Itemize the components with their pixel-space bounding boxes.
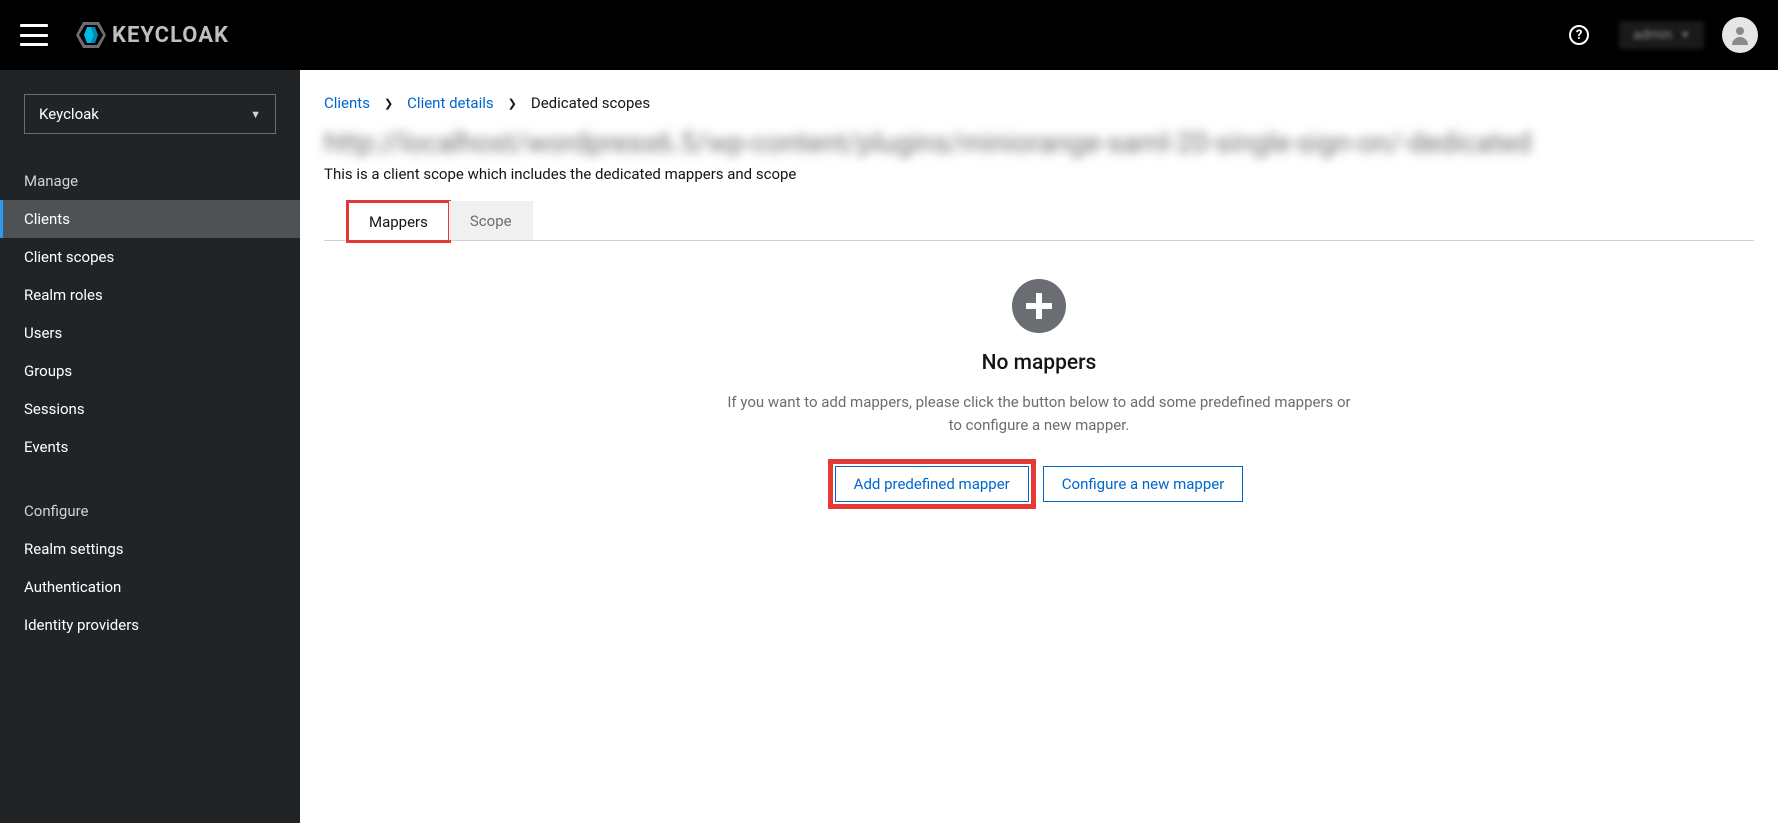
sidebar-item-clients[interactable]: Clients [0, 200, 300, 238]
keycloak-logo-icon [76, 22, 106, 48]
avatar[interactable] [1722, 17, 1758, 53]
empty-state: No mappers If you want to add mappers, p… [324, 241, 1754, 502]
nav-section-manage: Manage [0, 162, 300, 200]
sidebar-item-authentication[interactable]: Authentication [0, 568, 300, 606]
sidebar-item-sessions[interactable]: Sessions [0, 390, 300, 428]
breadcrumb: Clients ❯ Client details ❯ Dedicated sco… [324, 94, 1754, 112]
sidebar-item-realm-settings[interactable]: Realm settings [0, 530, 300, 568]
configure-new-mapper-button[interactable]: Configure a new mapper [1043, 466, 1244, 502]
breadcrumb-client-details[interactable]: Client details [407, 94, 493, 112]
avatar-icon [1728, 23, 1752, 47]
user-menu[interactable]: admin ▼ [1619, 21, 1704, 49]
empty-state-title: No mappers [982, 351, 1097, 375]
page-title: http://localhost/wordpress6.5/wp-content… [324, 126, 1754, 159]
nav-section-configure: Configure [0, 492, 300, 530]
sidebar-item-client-scopes[interactable]: Client scopes [0, 238, 300, 276]
main-content: Clients ❯ Client details ❯ Dedicated sco… [300, 70, 1778, 823]
sidebar: Keycloak ▼ Manage Clients Client scopes … [0, 70, 300, 823]
user-menu-label: admin [1633, 27, 1672, 43]
help-icon[interactable]: ? [1569, 25, 1589, 45]
page-subtitle: This is a client scope which includes th… [324, 165, 1754, 183]
breadcrumb-clients[interactable]: Clients [324, 94, 370, 112]
add-predefined-mapper-button[interactable]: Add predefined mapper [835, 466, 1029, 502]
sidebar-item-realm-roles[interactable]: Realm roles [0, 276, 300, 314]
tab-scope[interactable]: Scope [449, 201, 533, 240]
sidebar-item-users[interactable]: Users [0, 314, 300, 352]
brand-logo[interactable]: KEYCLOAK [76, 22, 229, 48]
sidebar-item-identity-providers[interactable]: Identity providers [0, 606, 300, 644]
hamburger-icon[interactable] [20, 24, 48, 46]
tab-mappers[interactable]: Mappers [348, 202, 449, 241]
caret-down-icon: ▼ [250, 108, 261, 121]
top-header: KEYCLOAK ? admin ▼ [0, 0, 1778, 70]
empty-state-description: If you want to add mappers, please click… [719, 391, 1359, 436]
tabs: Mappers Scope [324, 201, 1754, 241]
realm-selector[interactable]: Keycloak ▼ [24, 94, 276, 134]
sidebar-item-events[interactable]: Events [0, 428, 300, 466]
empty-state-actions: Add predefined mapper Configure a new ma… [835, 466, 1244, 502]
chevron-right-icon: ❯ [508, 97, 517, 110]
breadcrumb-current: Dedicated scopes [531, 94, 650, 112]
brand-text: KEYCLOAK [112, 23, 229, 48]
realm-selected-label: Keycloak [39, 105, 99, 123]
chevron-right-icon: ❯ [384, 97, 393, 110]
sidebar-item-groups[interactable]: Groups [0, 352, 300, 390]
plus-circle-icon [1012, 279, 1066, 333]
caret-down-icon: ▼ [1680, 30, 1690, 41]
